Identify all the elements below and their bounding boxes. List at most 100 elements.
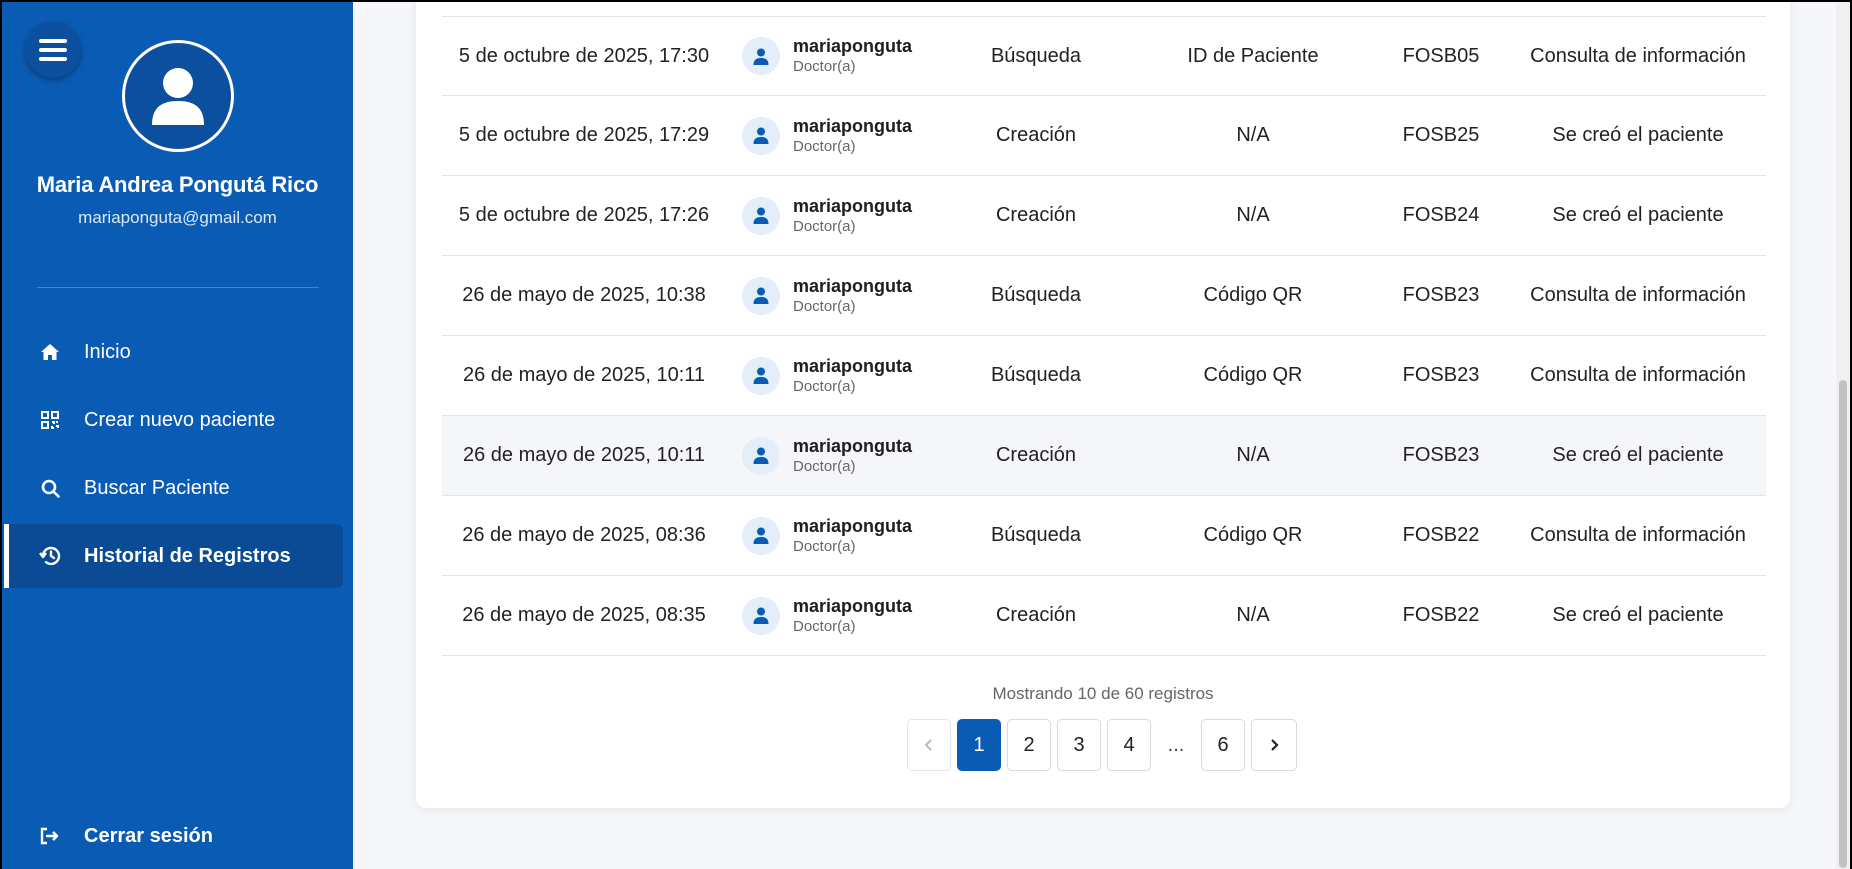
user-icon [753, 287, 769, 304]
pagination: 1 2 3 4 ... 6 [907, 719, 1303, 771]
logout-icon [38, 824, 62, 848]
table-row[interactable]: 26 de mayo de 2025, 08:35 mariaponguta D… [442, 576, 1766, 656]
page-button-2[interactable]: 2 [1007, 719, 1051, 771]
cell-patient-id: FOSB24 [1402, 204, 1480, 226]
user-avatar-small [742, 37, 780, 75]
sidebar-item-label: Historial de Registros [84, 544, 291, 567]
table-row[interactable]: 26 de mayo de 2025, 08:36 mariaponguta D… [442, 496, 1766, 576]
cell-role: Doctor(a) [793, 58, 856, 75]
menu-toggle-button[interactable] [25, 22, 81, 78]
sidebar-divider [37, 287, 319, 288]
cell-method: Código QR [1203, 364, 1303, 386]
cell-method: N/A [1236, 124, 1270, 146]
cell-method: Código QR [1203, 284, 1303, 306]
cell-method: N/A [1236, 604, 1270, 626]
user-icon [753, 527, 769, 544]
cell-action-type: Creación [995, 124, 1077, 146]
cell-username: mariaponguta [793, 515, 913, 536]
logout-button[interactable]: Cerrar sesión [4, 804, 344, 868]
cell-username: mariaponguta [793, 115, 913, 136]
user-avatar-small [742, 116, 780, 155]
user-avatar-small [742, 276, 780, 315]
user-email: mariaponguta@gmail.com [78, 208, 277, 227]
cell-action-type: Creación [995, 604, 1077, 626]
cell-action-type: Búsqueda [990, 284, 1082, 306]
user-icon [753, 607, 769, 624]
cell-method: N/A [1236, 444, 1270, 466]
cell-role: Doctor(a) [793, 137, 856, 155]
table-row[interactable]: 5 de octubre de 2025, 17:29 mariaponguta… [442, 96, 1766, 176]
cell-role: Doctor(a) [793, 217, 856, 235]
sidebar-item-label: Buscar Paciente [84, 476, 230, 499]
sidebar-item-crear-nuevo-paciente[interactable]: Crear nuevo paciente [4, 388, 343, 452]
page-button-6[interactable]: 6 [1201, 719, 1245, 771]
cell-role: Doctor(a) [793, 537, 856, 555]
cell-date: 26 de mayo de 2025, 08:35 [462, 604, 706, 626]
cell-description: Consulta de información [1530, 524, 1746, 546]
home-icon [38, 340, 62, 364]
cell-description: Consulta de información [1530, 284, 1746, 306]
scrollbar-thumb[interactable] [1839, 380, 1847, 868]
cell-patient-id: FOSB22 [1402, 604, 1480, 626]
sidebar-item-label: Inicio [84, 340, 131, 363]
sidebar-nav: Inicio Crear nuevo paciente Buscar Pacie… [2, 320, 353, 592]
user-icon [753, 127, 769, 144]
cell-date: 26 de mayo de 2025, 08:36 [462, 524, 706, 546]
cell-description: Se creó el paciente [1552, 204, 1724, 226]
cell-username: mariaponguta [793, 36, 913, 56]
sidebar-item-historial-de-registros[interactable]: Historial de Registros [4, 524, 343, 588]
search-icon [38, 476, 62, 500]
cell-action-type: Búsqueda [990, 524, 1082, 546]
table-row[interactable]: 5 de octubre de 2025, 17:30 mariaponguta… [442, 16, 1766, 96]
cell-patient-id: FOSB23 [1402, 284, 1480, 306]
cell-user: mariaponguta Doctor(a) [726, 435, 938, 477]
page-button-4[interactable]: 4 [1107, 719, 1151, 771]
table-row[interactable]: 26 de mayo de 2025, 10:11 mariaponguta D… [442, 336, 1766, 416]
sidebar: Maria Andrea Pongutá Rico mariaponguta@g… [2, 2, 353, 869]
pagination-ellipsis: ... [1157, 719, 1195, 771]
scrollbar[interactable] [1836, 2, 1850, 869]
page-button-1[interactable]: 1 [957, 719, 1001, 771]
cell-role: Doctor(a) [793, 457, 856, 475]
user-avatar-small [742, 196, 780, 235]
sidebar-item-inicio[interactable]: Inicio [4, 320, 343, 384]
prev-page-button[interactable] [907, 719, 951, 771]
user-avatar-small [742, 436, 780, 475]
chevron-left-icon [924, 739, 932, 751]
table-row[interactable]: 26 de mayo de 2025, 10:11 mariaponguta D… [442, 416, 1766, 496]
cell-date: 26 de mayo de 2025, 10:11 [462, 364, 706, 386]
cell-action-type: Búsqueda [990, 364, 1082, 386]
cell-action-type: Búsqueda [990, 44, 1082, 67]
cell-user: mariaponguta Doctor(a) [726, 275, 938, 317]
user-avatar [122, 40, 234, 152]
qr-code-icon [38, 408, 62, 432]
cell-username: mariaponguta [793, 435, 913, 456]
cell-user: mariaponguta Doctor(a) [726, 355, 938, 397]
records-summary: Mostrando 10 de 60 registros [992, 684, 1214, 703]
cell-action-type: Creación [995, 444, 1077, 466]
cell-date: 26 de mayo de 2025, 10:38 [462, 284, 706, 306]
table-row[interactable]: 26 de mayo de 2025, 10:38 mariaponguta D… [442, 256, 1766, 336]
cell-description: Se creó el paciente [1552, 444, 1724, 466]
cell-description: Se creó el paciente [1552, 604, 1724, 626]
user-icon [753, 48, 769, 65]
sidebar-item-buscar-paciente[interactable]: Buscar Paciente [4, 456, 343, 520]
cell-user: mariaponguta Doctor(a) [726, 115, 938, 157]
cell-patient-id: FOSB25 [1402, 124, 1480, 146]
cell-username: mariaponguta [793, 355, 913, 376]
cell-role: Doctor(a) [793, 617, 856, 635]
cell-username: mariaponguta [793, 595, 913, 616]
cell-user: mariaponguta Doctor(a) [726, 595, 938, 637]
page-button-3[interactable]: 3 [1057, 719, 1101, 771]
records-card: 5 de octubre de 2025, 17:30 mariaponguta… [416, 2, 1790, 808]
cell-description: Se creó el paciente [1552, 124, 1724, 146]
cell-role: Doctor(a) [793, 377, 856, 395]
table-row[interactable]: 5 de octubre de 2025, 17:26 mariaponguta… [442, 176, 1766, 256]
next-page-button[interactable] [1251, 719, 1297, 771]
user-name: Maria Andrea Pongutá Rico [36, 172, 319, 197]
cell-description: Consulta de información [1530, 44, 1746, 67]
sidebar-item-label: Crear nuevo paciente [84, 408, 276, 431]
logout-label: Cerrar sesión [84, 824, 213, 847]
cell-patient-id: FOSB23 [1402, 444, 1480, 466]
user-icon [753, 207, 769, 224]
